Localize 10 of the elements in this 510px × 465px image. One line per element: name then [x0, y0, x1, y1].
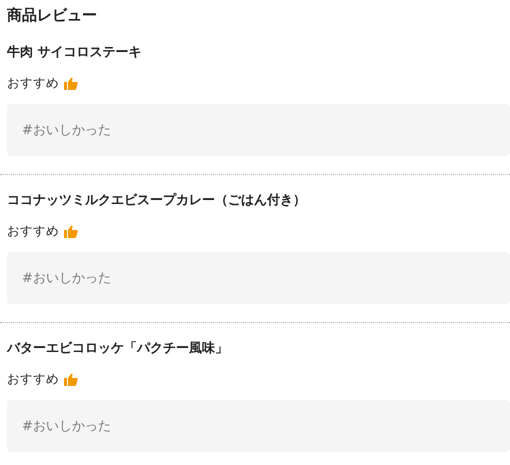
review-tag: #おいしかった [22, 269, 111, 287]
product-name: 牛肉 サイコロステーキ [7, 44, 143, 62]
rating-label: おすすめ [7, 74, 59, 92]
product-name: ココナッツミルクエビスープカレー（ごはん付き） [7, 192, 307, 210]
product-name: バターエビコロッケ「パクチー風味」 [7, 340, 229, 358]
review-tag: #おいしかった [22, 121, 111, 139]
rating-label: おすすめ [7, 222, 59, 240]
rating-label: おすすめ [7, 370, 59, 388]
section-title: 商品レビュー [7, 5, 98, 26]
review-tag: #おいしかった [22, 417, 111, 435]
